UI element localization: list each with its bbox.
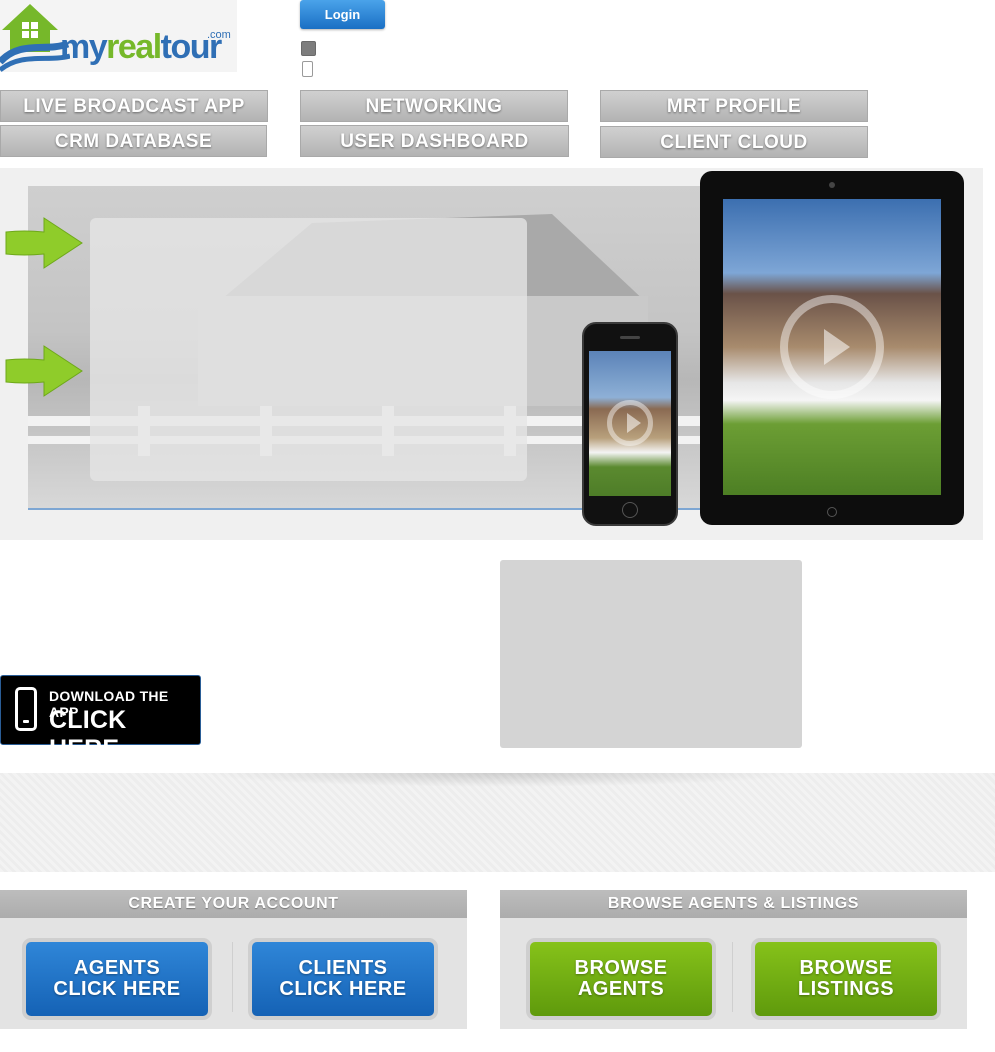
create-account-panel: CREATE YOUR ACCOUNT AGENTS CLICK HERE CL… <box>0 890 467 1029</box>
panel-divider <box>732 942 733 1012</box>
download-app-line2: CLICK HERE <box>49 706 127 763</box>
green-arrow-icon <box>5 217 83 269</box>
nav-live-broadcast-app[interactable]: LIVE BROADCAST APP <box>0 90 268 122</box>
browse-agents-line1: BROWSE <box>574 957 668 979</box>
mobile-device-icon[interactable] <box>302 61 313 77</box>
banner-strip <box>0 773 995 872</box>
browse-header: BROWSE AGENTS & LISTINGS <box>500 890 967 918</box>
browse-panel: BROWSE AGENTS & LISTINGS BROWSE AGENTS B… <box>500 890 967 1029</box>
tablet-camera <box>829 182 835 188</box>
browse-listings-button[interactable]: BROWSE LISTINGS <box>751 938 941 1020</box>
phone-home-button <box>622 502 638 518</box>
agents-button-line1: AGENTS <box>73 957 161 979</box>
myrealtour-logo[interactable]: myrealtour .com <box>0 0 237 72</box>
banner-shadow <box>200 773 800 787</box>
remember-checkbox[interactable] <box>301 41 316 56</box>
nav-user-dashboard[interactable]: USER DASHBOARD <box>300 125 569 157</box>
smartphone-icon <box>15 687 37 731</box>
nav-networking[interactable]: NETWORKING <box>300 90 568 122</box>
tablet-mockup <box>700 171 964 525</box>
create-account-header: CREATE YOUR ACCOUNT <box>0 890 467 918</box>
logo-wordmark: myrealtour <box>60 28 222 67</box>
clients-button-line2: CLICK HERE <box>279 978 407 1000</box>
agents-button-line2: CLICK HERE <box>53 978 181 1000</box>
panel-divider <box>232 942 233 1012</box>
nav-client-cloud[interactable]: CLIENT CLOUD <box>600 126 868 158</box>
clients-signup-button[interactable]: CLIENTS CLICK HERE <box>248 938 438 1020</box>
nav-mrt-profile[interactable]: MRT PROFILE <box>600 90 868 122</box>
tablet-screen <box>723 199 941 495</box>
logo-word-real: real <box>106 28 162 66</box>
tablet-home-button <box>827 507 837 517</box>
nav-crm-database[interactable]: CRM DATABASE <box>0 125 267 157</box>
hero-banner <box>0 168 983 540</box>
agents-signup-button[interactable]: AGENTS CLICK HERE <box>22 938 212 1020</box>
logo-dotcom: .com <box>207 29 231 41</box>
browse-agents-button[interactable]: BROWSE AGENTS <box>526 938 716 1020</box>
video-placeholder[interactable] <box>500 560 802 748</box>
clients-button-line1: CLIENTS <box>298 957 388 979</box>
logo-word-my: my <box>60 28 108 66</box>
hero-text-panel <box>90 218 527 481</box>
play-icon[interactable] <box>627 413 641 433</box>
browse-listings-line2: LISTINGS <box>797 978 895 1000</box>
browse-agents-line2: AGENTS <box>577 978 665 1000</box>
browse-listings-line1: BROWSE <box>799 957 893 979</box>
login-button[interactable]: Login <box>300 0 385 29</box>
smartphone-mockup <box>582 322 678 526</box>
phone-screen <box>589 351 671 496</box>
green-arrow-icon <box>5 345 83 397</box>
play-icon[interactable] <box>824 329 850 365</box>
phone-speaker <box>620 336 640 339</box>
download-app-button[interactable]: DOWNLOAD THE APP CLICK HERE <box>0 675 201 763</box>
